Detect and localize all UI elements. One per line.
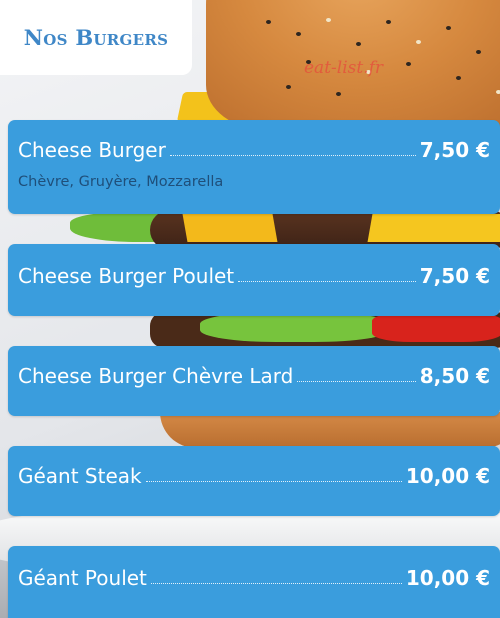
dotted-leader [238, 270, 416, 282]
page-title: Nos Burgers [23, 25, 169, 50]
menu-item-price: 7,50 € [419, 138, 490, 162]
menu-item-name: Géant Steak [18, 464, 142, 488]
menu-item-name: Cheese Burger Poulet [18, 264, 235, 288]
watermark: eat-list.fr [304, 58, 384, 78]
dotted-leader [145, 470, 402, 482]
menu-item-name: Cheese Burger [18, 138, 166, 162]
menu-item[interactable]: Cheese Burger Poulet 7,50 € [8, 244, 500, 316]
dotted-leader [150, 572, 402, 584]
menu-item[interactable]: Géant Steak 10,00 € [8, 446, 500, 516]
dotted-leader [169, 144, 416, 156]
menu-item-price: 10,00 € [405, 566, 490, 590]
menu-item-price: 8,50 € [419, 364, 490, 388]
menu-item-name: Cheese Burger Chèvre Lard [18, 364, 294, 388]
menu-item[interactable]: Cheese Burger Chèvre Lard 8,50 € [8, 346, 500, 416]
dotted-leader [297, 370, 416, 382]
header-title-box: Nos Burgers [0, 0, 192, 75]
menu-item-price: 7,50 € [419, 264, 490, 288]
menu-item-name: Géant Poulet [18, 566, 147, 590]
menu-item-description: Chèvre, Gruyère, Mozzarella [18, 174, 224, 190]
menu-item-price: 10,00 € [405, 464, 490, 488]
menu-item[interactable]: Cheese Burger 7,50 € Chèvre, Gruyère, Mo… [8, 120, 500, 214]
menu-item[interactable]: Géant Poulet 10,00 € [8, 546, 500, 618]
